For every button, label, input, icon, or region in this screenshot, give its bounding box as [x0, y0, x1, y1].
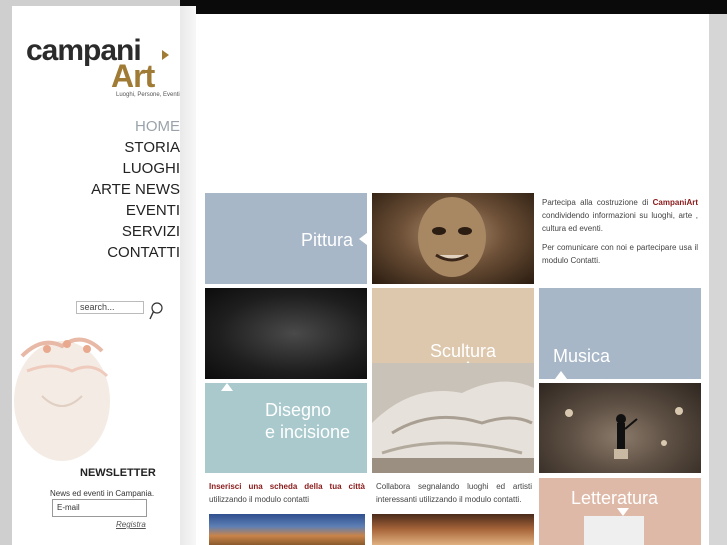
intro-text-post: condividendo informazioni su luoghi, art… — [542, 211, 698, 233]
collabora-text: Collabora segnalando luoghi ed artisti i… — [376, 482, 532, 504]
image-dark-face[interactable] — [205, 288, 367, 379]
tile-pittura-label: Pittura — [301, 230, 354, 250]
nav-storia[interactable]: STORIA — [20, 137, 180, 158]
nav-home[interactable]: HOME — [20, 116, 180, 137]
book-image — [584, 516, 644, 545]
tile-disegno[interactable]: Disegno e incisione — [205, 383, 367, 473]
tile-letteratura[interactable]: Letteratura — [539, 478, 701, 545]
search-input[interactable]: search... — [76, 301, 144, 314]
tile-musica[interactable]: Musica — [539, 288, 701, 379]
scheda-link[interactable]: Inserisci una scheda della tua città — [209, 482, 365, 491]
intro-text-pre: Partecipa alla costruzione di — [542, 198, 653, 207]
nav-servizi[interactable]: SERVIZI — [20, 221, 180, 242]
logo-art[interactable]: Art — [111, 58, 155, 95]
arrow-icon — [555, 371, 567, 379]
arrow-icon — [221, 383, 233, 391]
tile-pittura[interactable]: Pittura — [205, 193, 367, 284]
image-city[interactable] — [209, 514, 365, 545]
orchestra-image — [565, 407, 683, 459]
main-nav: HOME STORIA LUOGHI ARTE NEWS EVENTI SERV… — [20, 116, 180, 263]
sculpture-image — [372, 363, 534, 473]
brand-name[interactable]: CampaniArt — [653, 198, 698, 207]
email-field[interactable]: E-mail — [52, 499, 147, 517]
logo-tagline: Luoghi, Persone, Eventi — [116, 92, 180, 98]
top-bar — [180, 0, 727, 14]
decorative-figure — [14, 337, 110, 461]
scheda-text-post: utilizzando il modulo contatti — [209, 495, 310, 504]
tile-disegno-label: Disegno e incisione — [265, 399, 350, 443]
nav-contatti[interactable]: CONTATTI — [20, 242, 180, 263]
newsletter-text: News ed eventi in Campania. — [50, 489, 155, 498]
image-painting-face[interactable] — [372, 193, 534, 284]
right-margin — [709, 14, 727, 545]
sidebar-shadow — [180, 6, 196, 545]
search-icon[interactable] — [149, 302, 163, 320]
tile-letteratura-label: Letteratura — [571, 488, 659, 508]
nav-arte-news[interactable]: ARTE NEWS — [20, 179, 180, 200]
main-content: Pittura Partecipa alla costruzione di Ca… — [196, 14, 709, 545]
tile-scultura[interactable]: Scultura — [372, 288, 534, 473]
tile-scultura-label: Scultura — [430, 341, 497, 361]
contact-text: Per comunicare con noi e partecipare usa… — [542, 243, 698, 265]
arrow-icon — [359, 233, 367, 245]
register-link[interactable]: Registra — [116, 520, 146, 529]
tile-musica-label: Musica — [553, 346, 611, 366]
scheda-text: Inserisci una scheda della tua città uti… — [209, 480, 365, 506]
newsletter-title: NEWSLETTER — [80, 467, 156, 479]
tile-disegno-line1: Disegno — [265, 400, 332, 420]
intro-text: Partecipa alla costruzione di CampaniArt… — [542, 196, 698, 235]
tile-disegno-line2: e incisione — [265, 422, 351, 442]
image-people[interactable] — [372, 514, 534, 545]
face-image — [418, 197, 486, 277]
sidebar: campani Art Luoghi, Persone, Eventi HOME… — [12, 6, 180, 545]
nav-eventi[interactable]: EVENTI — [20, 200, 180, 221]
nav-luoghi[interactable]: LUOGHI — [20, 158, 180, 179]
logo-arrow-icon — [162, 50, 169, 60]
arrow-icon — [617, 508, 629, 516]
image-orchestra[interactable] — [539, 383, 701, 473]
